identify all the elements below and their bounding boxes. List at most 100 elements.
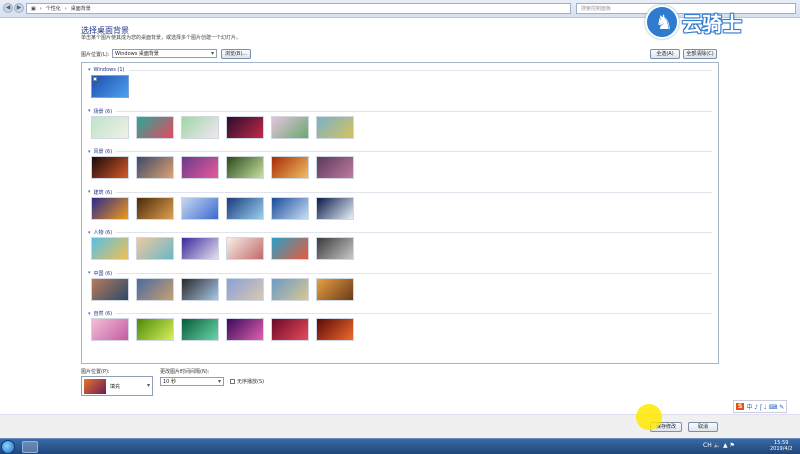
group-divider (116, 110, 712, 112)
group-divider (116, 272, 712, 274)
wallpaper-thumbnail[interactable] (91, 156, 129, 179)
wallpaper-thumbnail[interactable] (91, 75, 129, 98)
collapse-arrow-icon[interactable]: ▾ (88, 67, 91, 73)
sogou-icon[interactable]: S (736, 403, 745, 410)
group-title: 场景 (6) (93, 108, 113, 115)
ime-toolbar[interactable]: S 中 ♪ ʃ ♩ ⌨ ✎ (733, 400, 788, 413)
picture-location-select[interactable]: Windows 桌面背景 (112, 49, 217, 58)
group-header[interactable]: ▾ 风景 (6) (88, 148, 712, 155)
wallpaper-thumbnail[interactable] (271, 156, 309, 179)
interval-select[interactable]: 10 秒 (160, 377, 224, 386)
wallpaper-thumbnail[interactable] (271, 237, 309, 260)
shuffle-checkbox[interactable] (230, 379, 235, 384)
clock[interactable]: 15:59 2019/4/2 (770, 440, 792, 452)
ime-status[interactable]: 中 ♪ ʃ ♩ ⌨ ✎ (746, 402, 784, 411)
group-header[interactable]: ▾ 人物 (6) (88, 229, 712, 236)
wallpaper-thumbnail[interactable] (316, 156, 354, 179)
picture-position-select[interactable]: 填充 (81, 376, 153, 396)
wallpaper-thumbnail[interactable] (136, 156, 174, 179)
group-divider (116, 313, 712, 314)
clear-all-button[interactable]: 全部清除(C) (683, 49, 717, 59)
wallpaper-thumbnail[interactable] (226, 237, 264, 260)
page-subtitle: 单击某个图片使其成为您的桌面背景，或选择多个图片创建一个幻灯片。 (81, 35, 242, 41)
group-header[interactable]: ▾ 建筑 (6) (88, 189, 712, 196)
group-title: 人物 (6) (93, 230, 113, 236)
wallpaper-thumbnail[interactable] (136, 196, 174, 220)
position-preview-image (84, 379, 106, 394)
wallpaper-thumbnail[interactable] (91, 237, 129, 260)
wallpaper-thumbnail[interactable] (226, 277, 264, 301)
wallpaper-gallery[interactable]: ▾ Windows (1) ▾ 场景 (6) ▾ 风景 (6) ▾ 建筑 (6) ▾ 人物 (6)… (81, 62, 719, 364)
cancel-button[interactable]: 取消 (688, 422, 718, 432)
interval-label: 更改图片时间间隔(N): (160, 369, 210, 375)
wallpaper-thumbnail[interactable] (271, 277, 309, 301)
thumbnail-row (91, 115, 354, 139)
select-all-button[interactable]: 全选(A) (650, 49, 680, 59)
breadcrumb-chevron-icon: › (39, 5, 42, 12)
wallpaper-thumbnail[interactable] (181, 318, 219, 341)
breadcrumb[interactable]: ▣ › 个性化 › 桌面背景 (26, 3, 571, 14)
start-button[interactable] (1, 440, 15, 454)
cursor-highlight (636, 404, 662, 430)
wallpaper-thumbnail[interactable] (226, 115, 264, 139)
collapse-arrow-icon[interactable]: ▾ (88, 270, 91, 276)
wallpaper-thumbnail[interactable] (181, 115, 219, 139)
group-title: 中国 (6) (93, 270, 113, 277)
thumbnail-checkbox[interactable] (93, 77, 97, 81)
clock-date: 2019/4/2 (770, 446, 793, 452)
wallpaper-thumbnail[interactable] (181, 156, 219, 179)
thumbnail-row (91, 156, 354, 179)
back-button[interactable]: ◀ (3, 3, 13, 13)
taskbar: CH 🔈 ▲ ⚑ 15:59 2019/4/2 (0, 438, 800, 454)
wallpaper-thumbnail[interactable] (226, 318, 264, 341)
group-header[interactable]: ▾ 自然 (6) (88, 310, 712, 317)
wallpaper-thumbnail[interactable] (316, 277, 354, 301)
collapse-arrow-icon[interactable]: ▾ (88, 311, 91, 317)
wallpaper-thumbnail[interactable] (181, 277, 219, 301)
collapse-arrow-icon[interactable]: ▾ (88, 230, 91, 236)
group-header[interactable]: ▾ 中国 (6) (88, 270, 712, 277)
wallpaper-thumbnail[interactable] (316, 196, 354, 220)
forward-button[interactable]: ▶ (14, 3, 24, 13)
wallpaper-thumbnail[interactable] (136, 115, 174, 139)
shuffle-option[interactable]: 无序播放(S) (230, 378, 264, 385)
wallpaper-thumbnail[interactable] (316, 115, 354, 139)
wallpaper-thumbnail[interactable] (271, 115, 309, 139)
thumbnail-row (91, 196, 354, 220)
wallpaper-thumbnail[interactable] (136, 237, 174, 260)
thumbnail-row (91, 277, 354, 301)
group-header[interactable]: ▾ 场景 (6) (88, 108, 712, 115)
collapse-arrow-icon[interactable]: ▾ (88, 189, 91, 195)
wallpaper-thumbnail[interactable] (226, 156, 264, 179)
folder-icon: ▣ (31, 5, 36, 12)
wallpaper-thumbnail[interactable] (91, 277, 129, 301)
group-title: 建筑 (6) (93, 189, 113, 196)
wallpaper-thumbnail[interactable] (226, 196, 264, 220)
wallpaper-thumbnail[interactable] (136, 318, 174, 341)
browse-button[interactable]: 浏览(B)... (221, 49, 251, 59)
thumbnail-row (91, 237, 354, 260)
breadcrumb-item-personalization[interactable]: 个性化 (46, 5, 61, 12)
picture-location-label: 图片位置(L): (81, 52, 110, 58)
wallpaper-thumbnail[interactable] (91, 196, 129, 220)
wallpaper-thumbnail[interactable] (271, 318, 309, 341)
main-panel: 选择桌面背景 单击某个图片使其成为您的桌面背景，或选择多个图片创建一个幻灯片。 … (0, 18, 800, 438)
wallpaper-thumbnail[interactable] (316, 237, 354, 260)
wallpaper-thumbnail[interactable] (136, 277, 174, 301)
collapse-arrow-icon[interactable]: ▾ (88, 108, 91, 114)
wallpaper-thumbnail[interactable] (271, 196, 309, 220)
breadcrumb-item-desktop-background[interactable]: 桌面背景 (71, 5, 91, 12)
wallpaper-thumbnail[interactable] (91, 318, 129, 341)
wallpaper-thumbnail[interactable] (91, 115, 129, 139)
wallpaper-thumbnail[interactable] (181, 196, 219, 220)
wallpaper-thumbnail[interactable] (316, 318, 354, 341)
wallpaper-thumbnail[interactable] (181, 237, 219, 260)
system-tray[interactable]: CH 🔈 ▲ ⚑ (703, 442, 735, 449)
thumbnail-row (91, 75, 129, 98)
watermark-text: 云骑士 (682, 11, 742, 36)
group-header[interactable]: ▾ Windows (1) (88, 67, 712, 73)
collapse-arrow-icon[interactable]: ▾ (88, 149, 91, 155)
thumbnail-row (91, 318, 354, 341)
group-title: 自然 (6) (93, 311, 113, 317)
taskbar-control-panel[interactable] (22, 441, 38, 453)
